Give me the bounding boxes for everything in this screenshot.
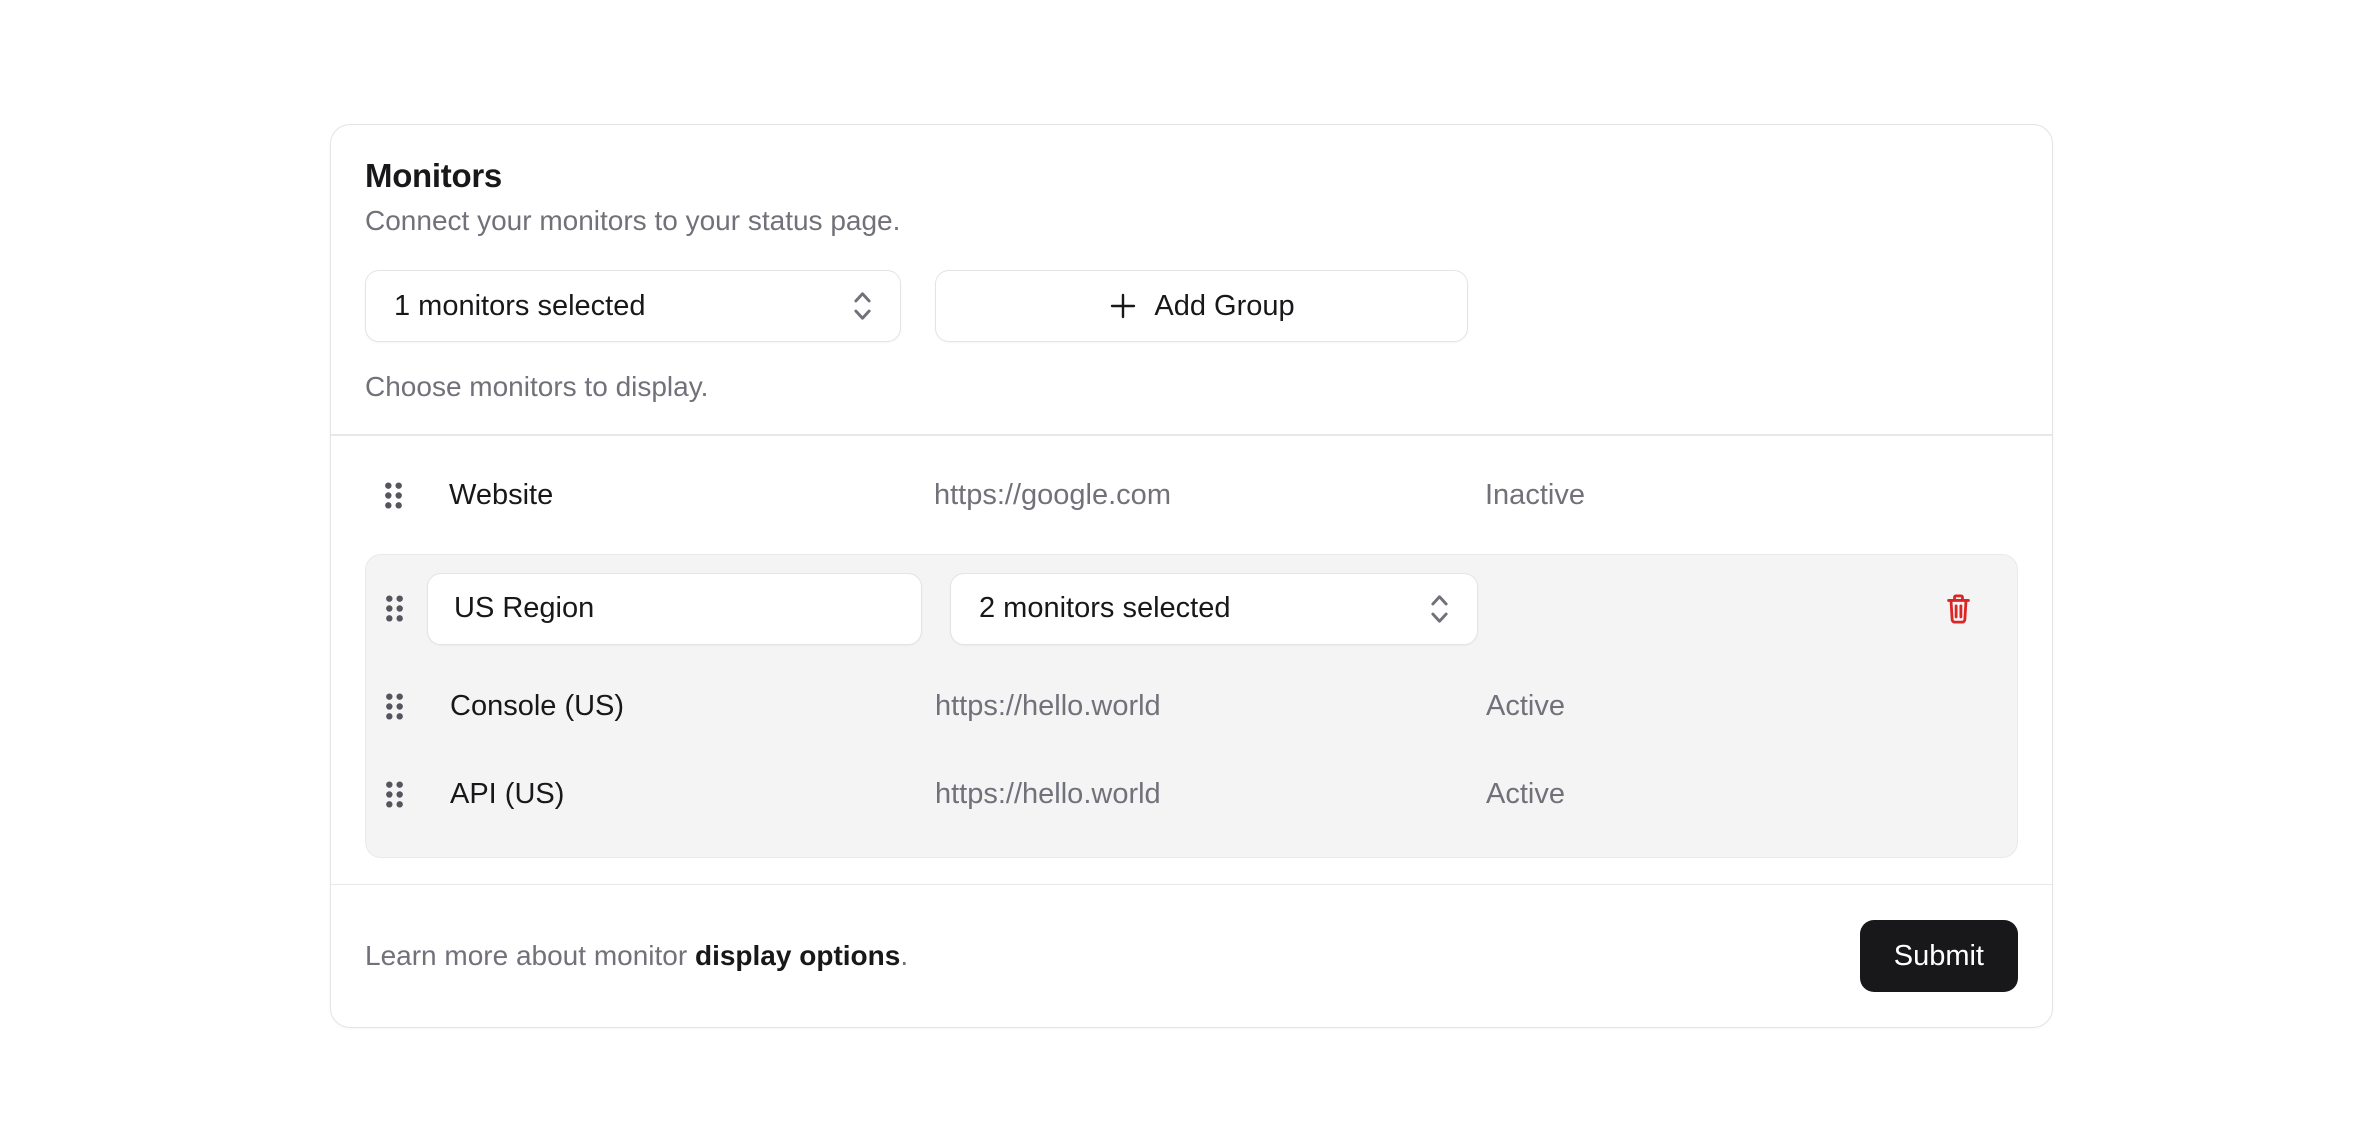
monitor-list: Website https://google.com Inactive: [331, 436, 2052, 858]
trash-icon: [1946, 593, 1971, 625]
drag-handle[interactable]: [384, 774, 408, 815]
drag-dots-icon: [384, 692, 405, 721]
header-controls: 1 monitors selected Add Group: [365, 270, 2018, 342]
monitors-card: Monitors Connect your monitors to your s…: [330, 124, 2053, 1028]
monitor-name: API (US): [450, 778, 935, 811]
chevron-updown-icon: [849, 286, 876, 326]
learn-suffix: .: [900, 940, 908, 971]
handle-cell: [366, 774, 450, 815]
delete-group-button[interactable]: [1942, 589, 1975, 629]
monitor-name: Console (US): [450, 690, 935, 723]
handle-cell: [366, 686, 450, 727]
monitor-status: Inactive: [1485, 479, 2018, 512]
display-options-link[interactable]: display options: [695, 940, 900, 971]
monitor-name: Website: [449, 479, 934, 512]
plus-icon: [1108, 291, 1138, 321]
page-subtitle: Connect your monitors to your status pag…: [365, 202, 2018, 240]
handle-cell: [365, 475, 449, 516]
card-footer: Learn more about monitor display options…: [331, 885, 2052, 1027]
add-group-label: Add Group: [1154, 290, 1294, 323]
monitor-status: Active: [1486, 778, 2017, 811]
group-drag-handle[interactable]: [384, 588, 408, 629]
add-group-button[interactable]: Add Group: [935, 270, 1468, 342]
monitors-select[interactable]: 1 monitors selected: [365, 270, 901, 342]
monitors-select-value: 1 monitors selected: [394, 290, 645, 323]
chevron-updown-icon: [1426, 589, 1453, 629]
drag-dots-icon: [384, 594, 405, 623]
submit-button[interactable]: Submit: [1860, 920, 2018, 992]
learn-more-text: Learn more about monitor display options…: [365, 940, 908, 972]
learn-prefix: Learn more about monitor: [365, 940, 695, 971]
monitor-status: Active: [1486, 690, 2017, 723]
page-title: Monitors: [365, 155, 2018, 196]
monitor-url: https://google.com: [934, 479, 1485, 512]
group-name-input[interactable]: [427, 573, 922, 645]
drag-dots-icon: [384, 780, 405, 809]
monitor-row: Website https://google.com Inactive: [365, 452, 2018, 540]
group-header: 2 monitors selected: [366, 555, 2017, 663]
monitor-row: Console (US) https://hello.world Active: [366, 663, 2017, 751]
monitor-url: https://hello.world: [935, 778, 1486, 811]
helper-text: Choose monitors to display.: [365, 369, 2018, 405]
monitor-url: https://hello.world: [935, 690, 1486, 723]
drag-handle[interactable]: [384, 686, 408, 727]
card-header: Monitors Connect your monitors to your s…: [331, 125, 2052, 434]
group-monitors-select-value: 2 monitors selected: [979, 592, 1230, 625]
drag-dots-icon: [383, 481, 404, 510]
monitor-row: API (US) https://hello.world Active: [366, 751, 2017, 839]
group-monitors-select[interactable]: 2 monitors selected: [950, 573, 1478, 645]
monitor-group: 2 monitors selected: [365, 554, 2018, 858]
drag-handle[interactable]: [383, 475, 407, 516]
